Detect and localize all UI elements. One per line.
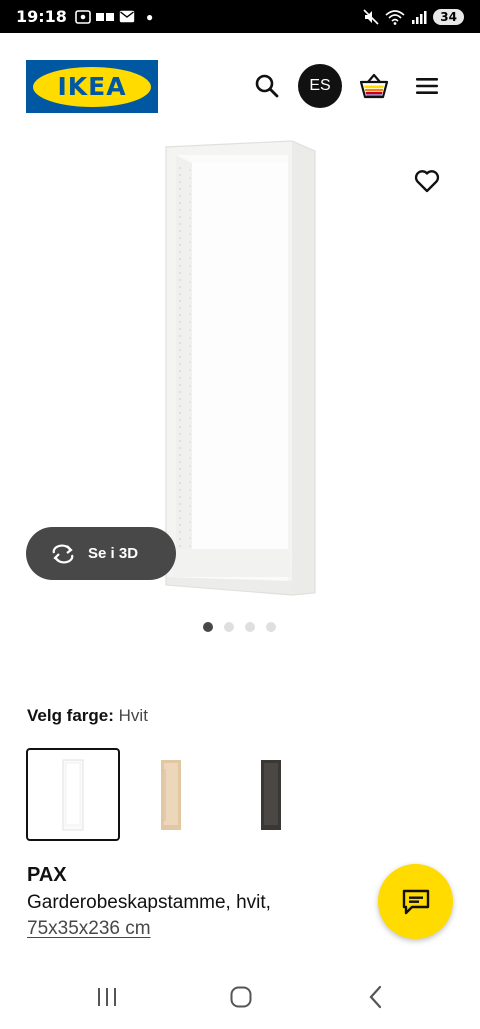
carousel-dot[interactable] bbox=[223, 622, 234, 632]
back-button[interactable] bbox=[356, 982, 396, 1012]
hamburger-menu-icon bbox=[416, 78, 438, 94]
color-label: Velg farge: bbox=[27, 706, 114, 725]
color-label-row: Velg farge: Hvit bbox=[27, 706, 148, 726]
chat-icon bbox=[402, 889, 429, 914]
screenshot-icon bbox=[75, 9, 91, 24]
dot-icon: ● bbox=[145, 9, 154, 24]
profile-initials: ES bbox=[309, 77, 331, 94]
signal-icon bbox=[412, 10, 427, 24]
home-icon bbox=[230, 986, 252, 1008]
cart-button[interactable] bbox=[353, 65, 395, 107]
black-brown-wardrobe-thumbnail bbox=[261, 759, 281, 830]
rotate-3d-icon bbox=[52, 544, 74, 563]
status-right: 34 bbox=[363, 8, 464, 25]
status-time: 19:18 bbox=[16, 7, 67, 26]
view-in-3d-label: Se i 3D bbox=[88, 545, 139, 562]
heart-icon bbox=[414, 170, 440, 193]
color-selected-value: Hvit bbox=[118, 706, 148, 725]
header: IKEA ES bbox=[0, 33, 480, 137]
carousel-dot[interactable] bbox=[265, 622, 276, 632]
logo-oval: IKEA bbox=[33, 66, 151, 107]
chat-button[interactable] bbox=[378, 864, 453, 939]
voicemail-icon bbox=[95, 12, 114, 21]
view-in-3d-button[interactable]: Se i 3D bbox=[26, 527, 176, 580]
search-button[interactable] bbox=[246, 65, 288, 107]
recent-apps-button[interactable] bbox=[87, 982, 127, 1012]
menu-button[interactable] bbox=[406, 65, 448, 107]
oak-wardrobe-thumbnail bbox=[161, 759, 181, 830]
system-nav-bar bbox=[0, 968, 480, 1029]
battery-indicator: 34 bbox=[433, 8, 464, 25]
back-icon bbox=[369, 985, 382, 1009]
color-option-black-brown[interactable] bbox=[224, 748, 318, 841]
ikea-logo[interactable]: IKEA bbox=[26, 60, 158, 113]
white-wardrobe-thumbnail bbox=[62, 759, 84, 830]
logo-text: IKEA bbox=[57, 72, 127, 101]
status-bar: 19:18 ● 34 bbox=[0, 0, 480, 33]
product-name: PAX bbox=[27, 864, 67, 886]
profile-button[interactable]: ES bbox=[298, 64, 342, 108]
color-option-white-stained-oak[interactable] bbox=[124, 748, 218, 841]
mail-icon bbox=[119, 10, 135, 23]
image-carousel-dots bbox=[0, 622, 480, 632]
carousel-dot[interactable] bbox=[202, 622, 213, 632]
product-size-link[interactable]: 75x35x236 cm bbox=[27, 918, 151, 940]
recent-apps-icon bbox=[98, 988, 116, 1006]
notification-icons: ● bbox=[75, 10, 153, 24]
wifi-icon bbox=[385, 9, 405, 25]
favourite-button[interactable] bbox=[408, 164, 446, 198]
shopping-bag-icon bbox=[359, 73, 389, 99]
color-option-white[interactable] bbox=[26, 748, 120, 841]
mute-icon bbox=[363, 8, 379, 25]
carousel-dot[interactable] bbox=[244, 622, 255, 632]
home-button[interactable] bbox=[221, 982, 261, 1012]
search-icon bbox=[255, 74, 279, 98]
product-description: Garderobeskapstamme, hvit, bbox=[27, 892, 271, 913]
